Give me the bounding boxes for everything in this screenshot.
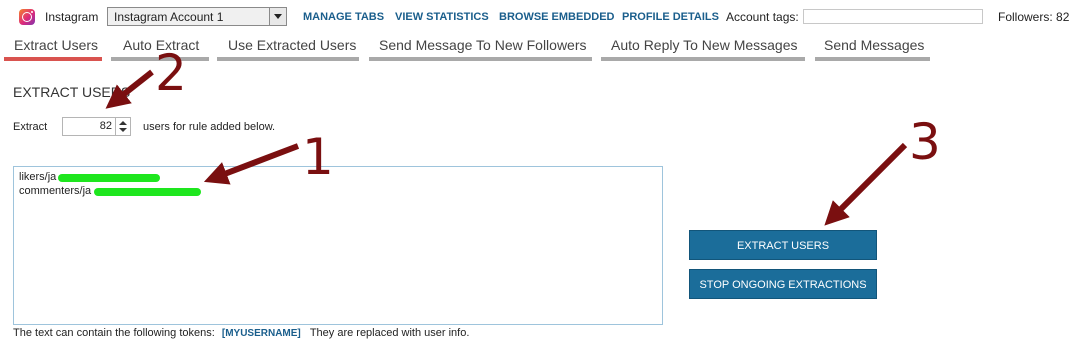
manage-tabs-link[interactable]: MANAGE TABS	[303, 11, 384, 23]
extract-count-stepper[interactable]: 82	[62, 117, 131, 136]
tab-auto-reply[interactable]: Auto Reply To New Messages	[611, 37, 798, 53]
extract-label: Extract	[13, 121, 48, 133]
tab-underline	[601, 57, 805, 61]
profile-details-link[interactable]: PROFILE DETAILS	[622, 11, 719, 23]
annotation-number-1: 1	[302, 128, 334, 186]
tokens-text: The text can contain the following token…	[13, 327, 469, 339]
account-select[interactable]: Instagram Account 1	[107, 7, 287, 26]
tokens-suffix: They are replaced with user info.	[309, 327, 470, 339]
account-tags-input[interactable]	[803, 9, 983, 24]
redaction-mark	[58, 174, 160, 182]
section-title: EXTRACT USERS	[13, 84, 131, 100]
annotation-number-2: 2	[155, 44, 187, 102]
tab-send-message-new-followers[interactable]: Send Message To New Followers	[379, 37, 587, 53]
tab-underline-active	[4, 57, 102, 61]
stepper-buttons[interactable]	[115, 118, 130, 135]
tab-send-messages[interactable]: Send Messages	[824, 37, 924, 53]
tokens-prefix: The text can contain the following token…	[13, 327, 215, 339]
view-statistics-link[interactable]: VIEW STATISTICS	[395, 11, 489, 23]
token-myusername: [MYUSERNAME]	[221, 328, 301, 339]
rule-line: likers/ja	[19, 171, 57, 183]
annotation-number-3: 3	[909, 113, 941, 171]
account-select-value: Instagram Account 1	[114, 10, 224, 24]
tab-underline	[217, 57, 359, 61]
tab-underline	[369, 57, 592, 61]
tab-extract-users[interactable]: Extract Users	[14, 37, 98, 53]
app-label: Instagram	[45, 10, 99, 24]
extract-count-value: 82	[99, 120, 112, 132]
tab-use-extracted-users[interactable]: Use Extracted Users	[228, 37, 356, 53]
followers-count: Followers: 82	[998, 10, 1070, 24]
stop-extractions-button[interactable]: STOP ONGOING EXTRACTIONS	[689, 269, 877, 299]
redaction-mark	[94, 188, 201, 196]
chevron-down-icon[interactable]	[119, 128, 127, 132]
extract-users-button[interactable]: EXTRACT USERS	[689, 230, 877, 260]
chevron-up-icon[interactable]	[119, 121, 127, 125]
rules-textarea[interactable]: likers/ja commenters/ja	[13, 166, 663, 325]
annotation-arrow-3	[824, 142, 908, 226]
instagram-icon	[19, 9, 35, 25]
tab-underline	[815, 57, 930, 61]
chevron-down-icon[interactable]	[269, 8, 286, 25]
account-tags-label: Account tags:	[726, 10, 799, 24]
rule-line: commenters/ja	[19, 185, 92, 197]
browse-embedded-link[interactable]: BROWSE EMBEDDED	[499, 11, 615, 23]
extract-suffix: users for rule added below.	[143, 121, 276, 133]
